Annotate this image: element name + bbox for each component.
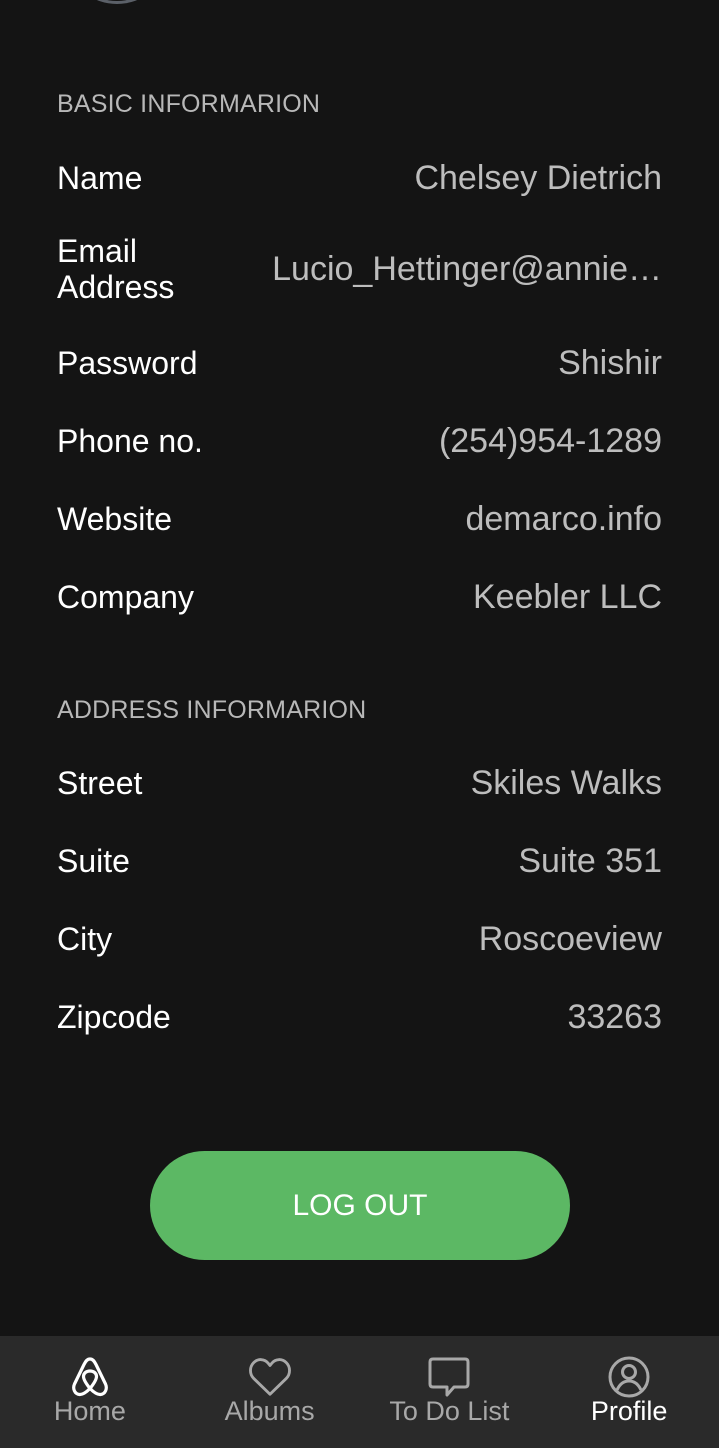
zipcode-value: 33263 bbox=[567, 997, 662, 1036]
heart-icon bbox=[247, 1354, 293, 1400]
bottom-nav: Home Albums To Do List Profile bbox=[0, 1336, 719, 1448]
company-value: Keebler LLC bbox=[472, 577, 662, 616]
nav-item-todo[interactable]: To Do List bbox=[360, 1336, 540, 1448]
info-row-city: City Roscoeview bbox=[57, 919, 662, 959]
profile-screen: BASIC INFORMARION Name Chelsey Dietrich … bbox=[0, 0, 719, 1448]
chat-bubble-icon bbox=[426, 1354, 472, 1400]
website-label: Website bbox=[57, 501, 173, 537]
city-value: Roscoeview bbox=[478, 919, 662, 958]
zipcode-label: Zipcode bbox=[57, 999, 171, 1035]
password-value: Shishir bbox=[558, 343, 662, 382]
address-info-header: ADDRESS INFORMARION bbox=[57, 696, 367, 724]
nav-label-profile: Profile bbox=[590, 1396, 668, 1426]
nav-item-profile[interactable]: Profile bbox=[539, 1336, 719, 1448]
nav-label-albums: Albums bbox=[224, 1396, 315, 1426]
phone-label: Phone no. bbox=[57, 423, 203, 459]
airbnb-icon bbox=[67, 1354, 113, 1400]
nav-item-albums[interactable]: Albums bbox=[180, 1336, 360, 1448]
name-value: Chelsey Dietrich bbox=[414, 158, 662, 197]
nav-label-home: Home bbox=[53, 1396, 126, 1426]
info-row-password: Password Shishir bbox=[57, 343, 662, 383]
info-row-zipcode: Zipcode 33263 bbox=[57, 997, 662, 1037]
suite-label: Suite bbox=[57, 843, 130, 879]
logout-label: LOG OUT bbox=[292, 1188, 428, 1222]
info-row-phone: Phone no. (254)954-1289 bbox=[57, 421, 662, 461]
nav-item-home[interactable]: Home bbox=[0, 1336, 180, 1448]
suite-value: Suite 351 bbox=[518, 841, 662, 880]
info-row-suite: Suite Suite 351 bbox=[57, 841, 662, 881]
info-row-name: Name Chelsey Dietrich bbox=[57, 158, 662, 198]
nav-label-todo: To Do List bbox=[389, 1396, 510, 1426]
info-row-company: Company Keebler LLC bbox=[57, 577, 662, 617]
street-label: Street bbox=[57, 765, 143, 801]
website-value: demarco.info bbox=[465, 499, 662, 538]
avatar bbox=[72, 0, 162, 4]
password-label: Password bbox=[57, 345, 198, 381]
user-circle-icon bbox=[606, 1354, 652, 1400]
logout-button[interactable]: LOG OUT bbox=[150, 1151, 570, 1260]
name-label: Name bbox=[57, 160, 143, 196]
info-row-email: Email Address Lucio_Hettinger@annie… bbox=[57, 232, 662, 306]
street-value: Skiles Walks bbox=[470, 763, 662, 802]
company-label: Company bbox=[57, 579, 194, 615]
phone-value: (254)954-1289 bbox=[438, 421, 662, 460]
email-label: Email Address bbox=[57, 233, 175, 305]
info-row-website: Website demarco.info bbox=[57, 499, 662, 539]
city-label: City bbox=[57, 921, 113, 957]
email-value: Lucio_Hettinger@annie… bbox=[272, 249, 662, 288]
info-row-street: Street Skiles Walks bbox=[57, 763, 662, 803]
basic-info-header: BASIC INFORMARION bbox=[57, 90, 321, 118]
